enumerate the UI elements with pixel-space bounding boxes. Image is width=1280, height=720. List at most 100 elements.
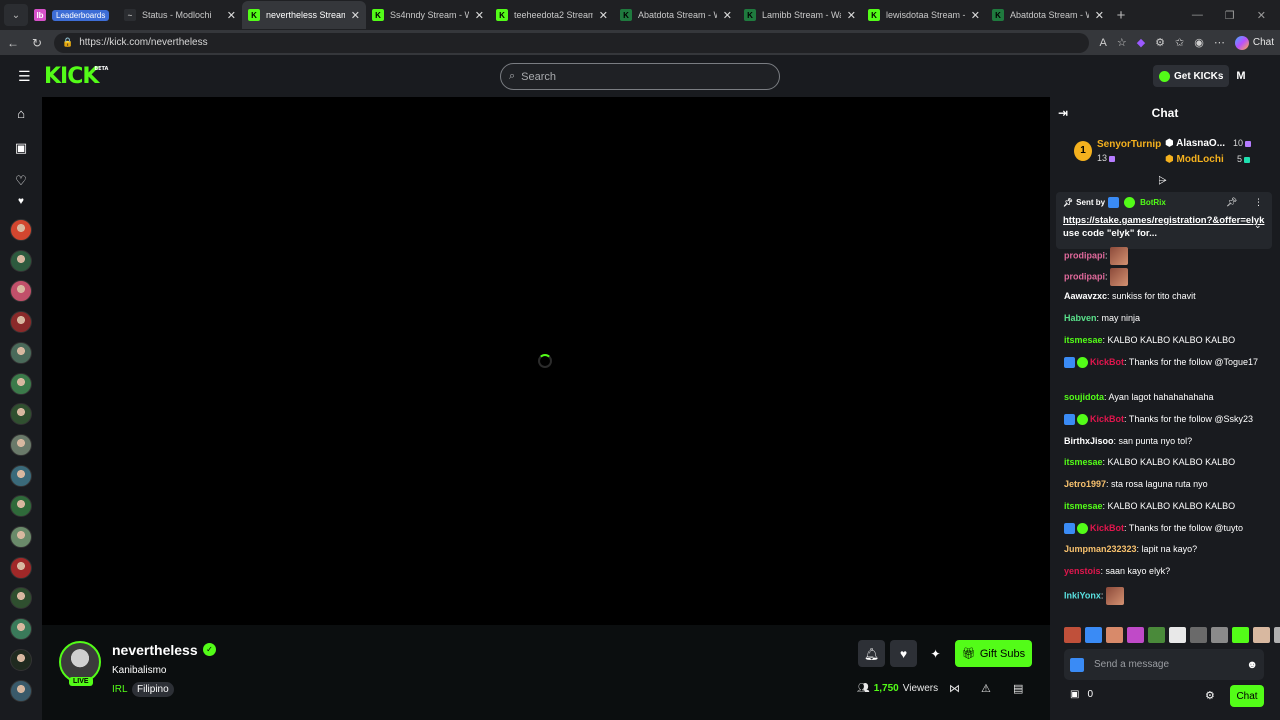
chat-username[interactable]: KickBot [1090,357,1124,367]
minimize-icon[interactable]: — [1192,9,1203,22]
browser-tab[interactable]: Knevertheless Stream - Wa ✕ [242,1,366,29]
followed-channel-avatar[interactable] [10,311,32,334]
share-icon[interactable]: ⋈ [949,682,960,695]
quick-emote[interactable] [1106,627,1123,643]
tab-close-icon[interactable]: ✕ [599,9,608,22]
pinned-more-icon[interactable]: ⋮ [1254,197,1263,208]
chat-username[interactable]: InkiYonx [1064,590,1101,600]
copilot-chat-button[interactable]: Chat [1234,35,1274,50]
stream-category[interactable]: IRL [112,684,128,695]
clip-icon[interactable]: ▤ [1013,682,1023,695]
tab-close-icon[interactable]: ✕ [1095,9,1104,22]
chat-username[interactable]: Aawavzxc [1064,291,1107,301]
pinned-bot-name[interactable]: BotRix [1140,198,1166,207]
followed-channel-avatar[interactable] [10,464,32,487]
chat-username[interactable]: itsmesae [1064,501,1103,511]
chat-username[interactable]: itsmesae [1064,335,1103,345]
chat-gift-count[interactable]: ▣ 0 [1070,689,1093,700]
tab-leaderboards[interactable]: lb Leaderboards [28,1,118,29]
user-avatar[interactable]: M [1231,66,1251,86]
tab-close-icon[interactable]: ✕ [971,9,980,22]
more-icon[interactable]: ⋯ [1214,36,1225,49]
chat-username[interactable]: Habven [1064,313,1097,323]
notification-bell-button[interactable]: 🔔︎ [858,640,885,667]
chat-username[interactable]: Jetro1997 [1064,479,1106,489]
quick-emote[interactable] [1232,627,1249,643]
browser-tab[interactable]: Klewisdotaa Stream - ✕ [862,1,986,29]
new-tab-button[interactable]: + [1110,7,1132,24]
quick-emote[interactable] [1064,627,1081,643]
quick-emote[interactable] [1127,627,1144,643]
tab-actions-button[interactable]: ⌄ [4,4,28,26]
followed-channel-avatar[interactable] [10,341,32,364]
followed-channel-avatar[interactable] [10,372,32,395]
followed-channel-avatar[interactable] [10,556,32,579]
followed-channel-avatar[interactable] [10,219,32,241]
followed-channel-avatar[interactable] [10,618,32,641]
followed-channel-avatar[interactable] [10,679,32,702]
browse-icon[interactable]: ▣ [14,141,28,155]
leader-name-1[interactable]: SenyorTurnip [1097,139,1161,150]
stream-tag[interactable]: Filipino [132,682,174,697]
followed-channel-avatar[interactable] [10,495,32,518]
tab-close-icon[interactable]: ✕ [227,9,236,22]
browser-tab[interactable]: K Abatdota Stream - Watc ✕ [986,1,1110,29]
browser-tab[interactable]: ~ Status - Modlochi ✕ [118,1,242,29]
refresh-icon[interactable]: ↻ [30,36,44,50]
profile-icon[interactable]: ◉ [1194,36,1204,49]
tab-close-icon[interactable]: ✕ [723,9,732,22]
collapse-chat-icon[interactable]: ⇥ [1058,106,1068,120]
get-kicks-button[interactable]: Get KICKs [1153,65,1230,87]
gift-subs-button[interactable]: 🎁︎ Gift Subs [955,640,1032,667]
chat-send-button[interactable]: Chat [1230,685,1264,707]
quick-emote[interactable] [1148,627,1165,643]
followed-channel-avatar[interactable] [10,433,32,456]
chat-username[interactable]: Jumpman232323 [1064,544,1137,554]
chat-settings-icon[interactable]: ⚙ [1205,689,1215,702]
maximize-icon[interactable]: ❐ [1225,9,1235,22]
close-window-icon[interactable]: ✕ [1257,9,1266,22]
quick-emote[interactable] [1274,627,1280,643]
followed-channel-avatar[interactable] [10,280,32,303]
followed-channel-avatar[interactable] [10,648,32,671]
pinned-link[interactable]: https://stake.games/registration?&offer=… [1063,215,1264,226]
chat-username[interactable]: KickBot [1090,414,1124,424]
followed-channel-avatar[interactable] [10,587,32,610]
quick-emote[interactable] [1169,627,1186,643]
emoji-icon[interactable]: ☻ [1246,659,1258,671]
leader-name-2[interactable]: ⬢ AlasnaO... [1165,138,1225,149]
chat-username[interactable]: yenstois [1064,566,1101,576]
home-icon[interactable]: ⌂ [14,107,28,121]
quick-emote[interactable] [1085,627,1102,643]
extensions-icon[interactable]: ⚙ [1155,36,1165,49]
tab-close-icon[interactable]: ✕ [351,9,360,22]
expand-icon[interactable]: ⌄ [1254,220,1262,231]
chat-username[interactable]: BirthxJisoo [1064,436,1114,446]
favorites-icon[interactable]: ✩ [1175,36,1184,49]
followed-channel-avatar[interactable] [10,403,32,426]
leader-name-3[interactable]: ⬢ ModLochi [1165,154,1224,165]
browser-tab[interactable]: K Abatdota Stream - Watc ✕ [614,1,738,29]
following-heart-icon[interactable]: ♡ [14,174,28,188]
browser-tab[interactable]: K Lamibb Stream - Watch ✕ [738,1,862,29]
search-input[interactable]: ⌕ Search [500,63,780,90]
followed-channel-avatar[interactable] [10,526,32,548]
browser-tab[interactable]: K Ss4nndy Stream - W ✕ [366,1,490,29]
chat-username[interactable]: itsmesae [1064,457,1103,467]
quick-emote[interactable] [1190,627,1207,643]
menu-icon[interactable]: ☰ [18,68,32,85]
chat-username[interactable]: prodipapi [1064,271,1105,281]
url-field[interactable]: 🔒 https://kick.com/nevertheless [54,32,1090,53]
chat-username[interactable]: KickBot [1090,523,1124,533]
browser-tab[interactable]: Kteeheedota2 Stream ✕ [490,1,614,29]
tab-close-icon[interactable]: ✕ [475,9,484,22]
chat-username[interactable]: prodipapi [1064,250,1105,260]
channel-name[interactable]: nevertheless [112,642,198,658]
chat-input[interactable]: Send a message ☻ [1064,649,1264,680]
extension-icon[interactable]: ◆ [1137,36,1145,49]
quick-emote[interactable] [1211,627,1228,643]
unpin-icon[interactable]: 📌︎ [1226,197,1237,208]
followed-channel-avatar[interactable] [10,249,32,272]
chat-username[interactable]: soujidota [1064,392,1104,402]
filter-icon[interactable]: ⩥ [1158,175,1167,188]
